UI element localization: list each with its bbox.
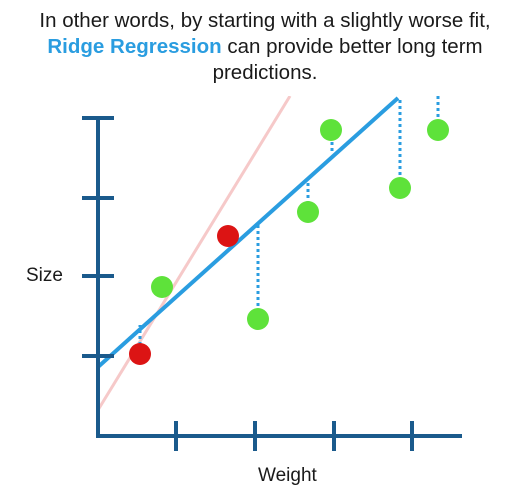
- testing-point: [151, 276, 173, 298]
- training-point: [217, 225, 239, 247]
- x-axis-label: Weight: [258, 465, 318, 486]
- testing-point: [297, 201, 319, 223]
- axes: [82, 116, 462, 451]
- residuals: [138, 96, 440, 345]
- least-squares-line: [98, 96, 292, 411]
- testing-point: [427, 119, 449, 141]
- testing-point: [247, 308, 269, 330]
- ridge-regression-line: [96, 96, 400, 369]
- testing-point: [320, 119, 342, 141]
- y-axis-label: Size: [26, 265, 63, 286]
- training-point: [129, 343, 151, 365]
- training-points: [129, 225, 239, 365]
- testing-points: [151, 119, 449, 330]
- testing-point: [389, 177, 411, 199]
- ridge-diagram: Size Weight: [26, 96, 462, 486]
